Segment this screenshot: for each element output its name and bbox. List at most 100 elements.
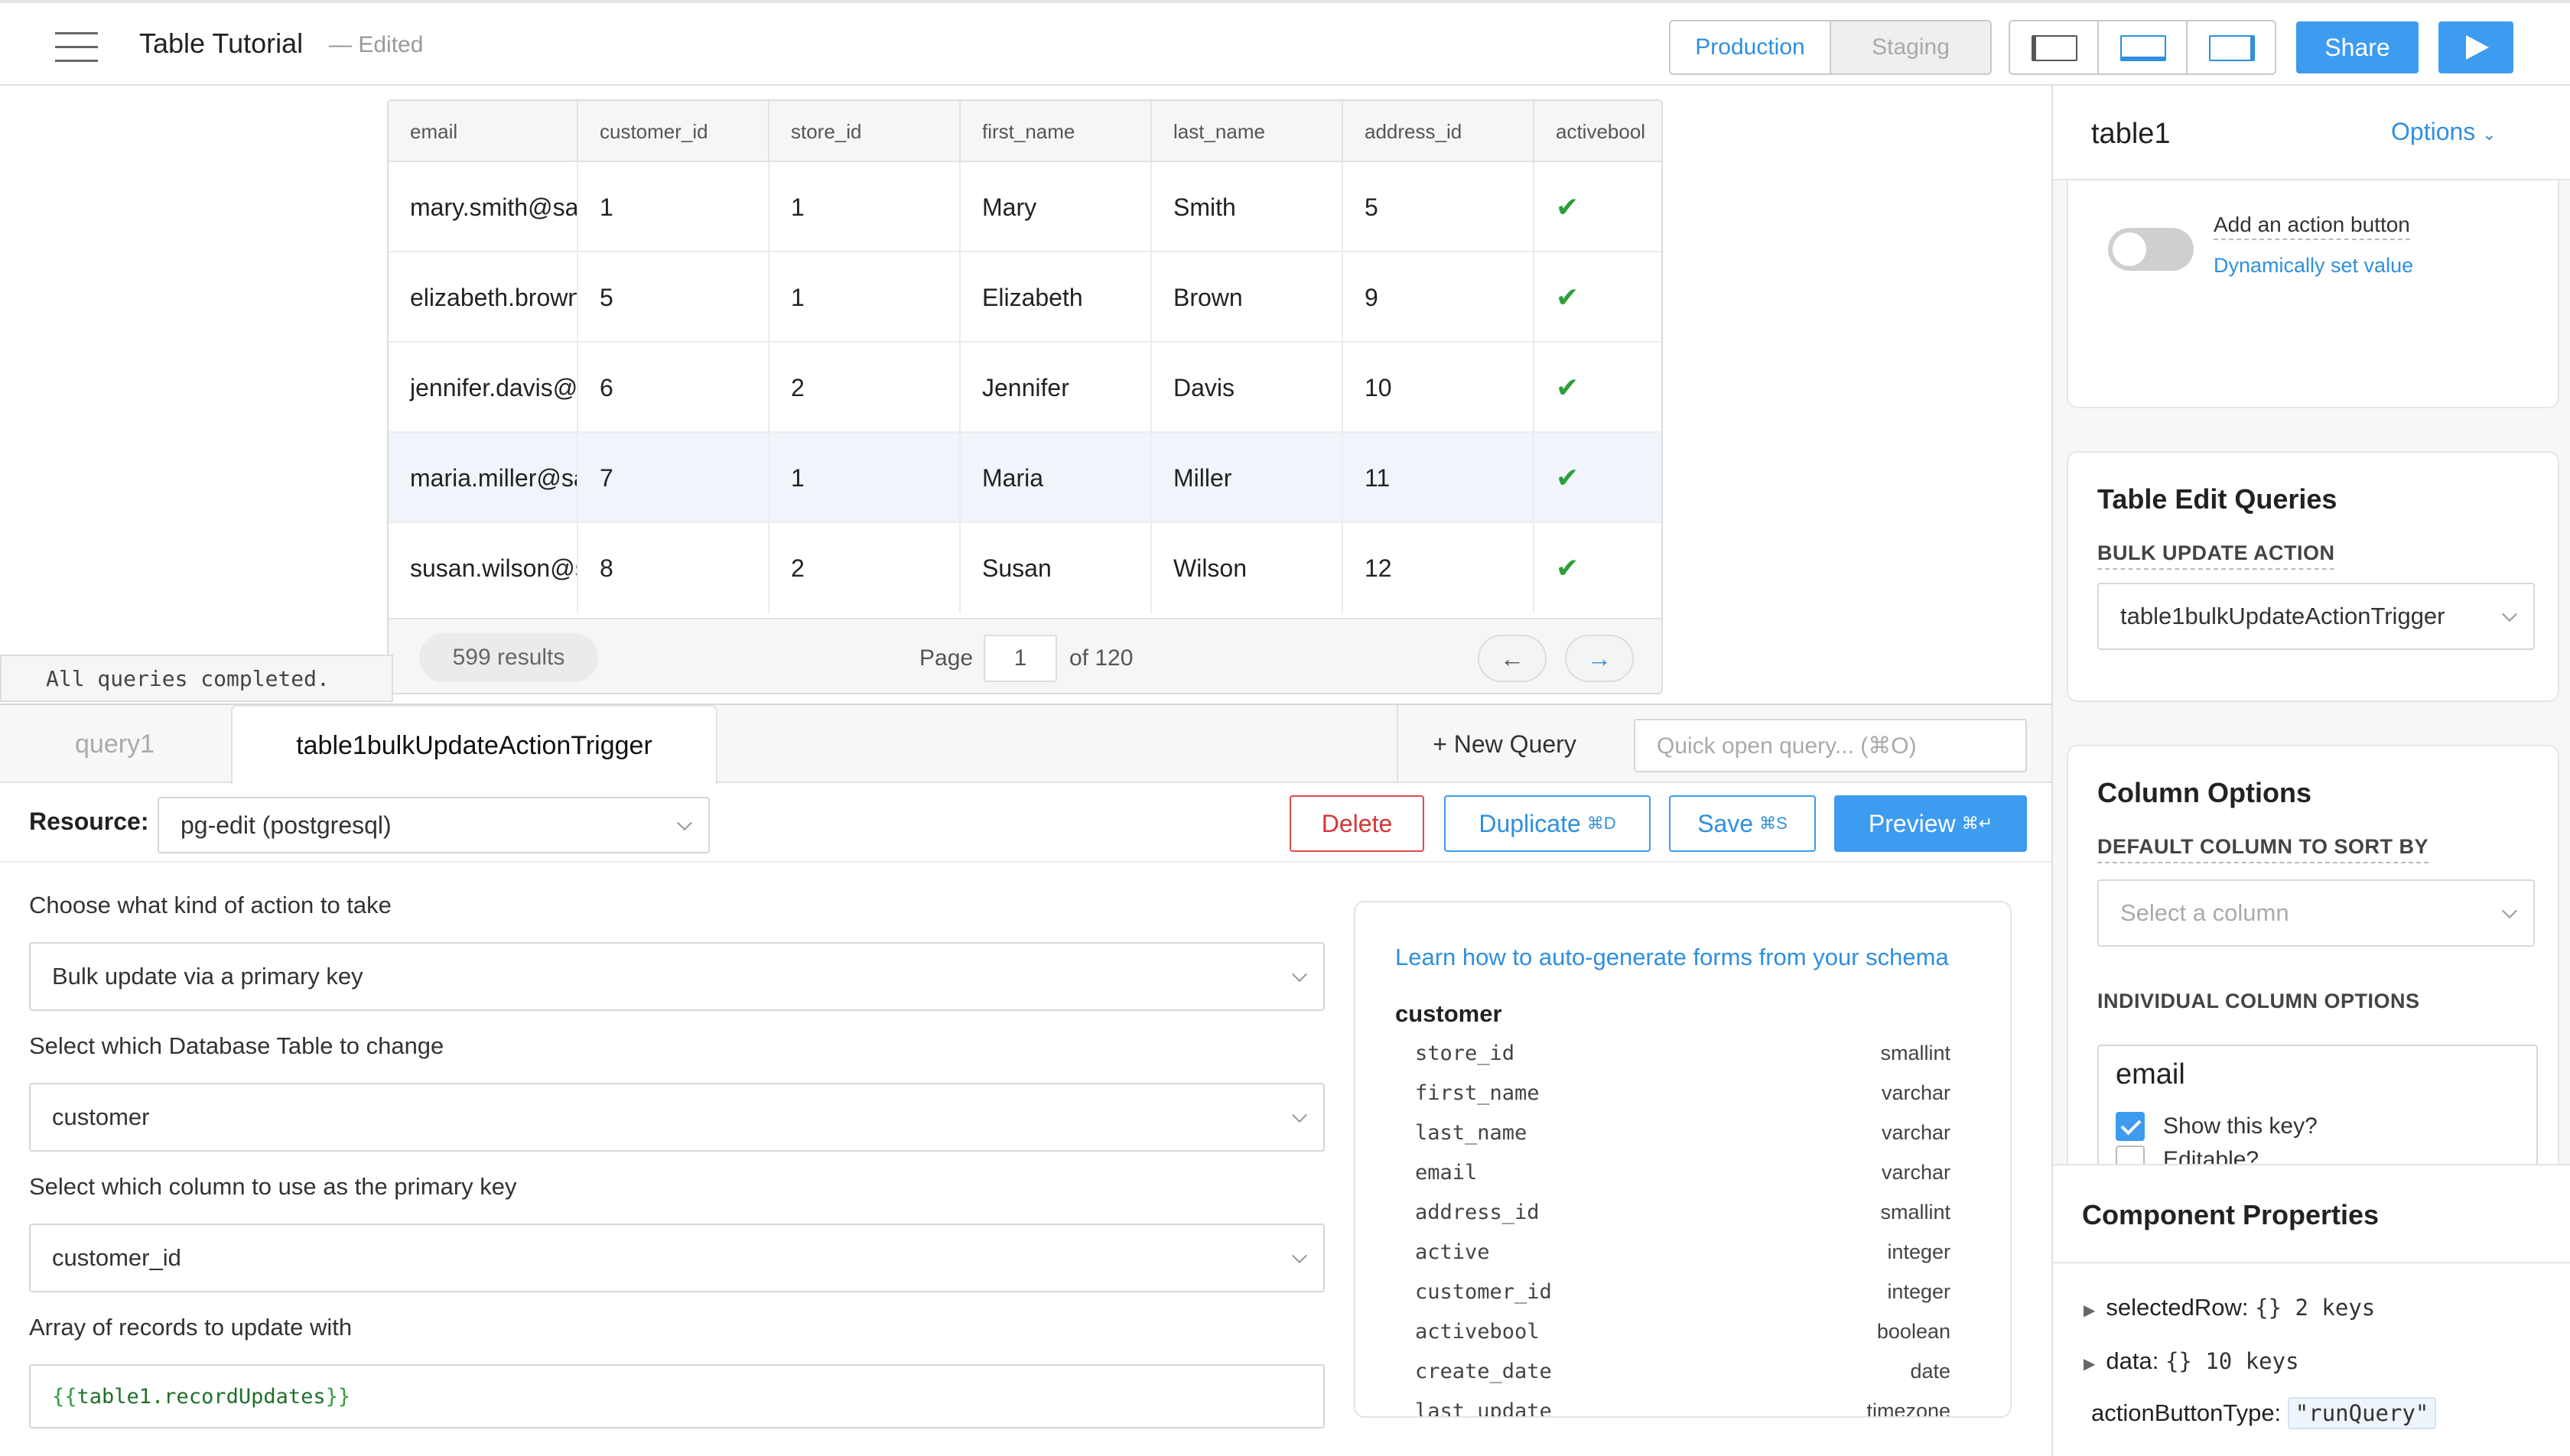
triangle-right-icon: ▶: [2084, 1356, 2096, 1373]
schema-column-type: varchar: [1881, 1081, 1950, 1104]
arrow-right-icon: →: [1587, 644, 1612, 672]
env-staging-button[interactable]: Staging: [1830, 21, 1990, 73]
table-cell: 10: [1343, 343, 1534, 433]
table-row[interactable]: susan.wilson@s 8 2 Susan Wilson 12 ✔: [389, 523, 1661, 613]
code-open-brace: {{: [52, 1384, 77, 1409]
table-row[interactable]: elizabeth.brown 5 1 Elizabeth Brown 9 ✔: [389, 252, 1661, 343]
layout-bottom-panel-button[interactable]: [2097, 21, 2186, 73]
checkmark-icon: ✔: [1556, 462, 1579, 493]
table-header: email customer_id store_id first_name la…: [389, 101, 1661, 162]
table-cell: 1: [769, 252, 961, 343]
column-header-store-id[interactable]: store_id: [769, 101, 961, 162]
schema-column-row: email varchar: [1415, 1155, 1950, 1194]
column-header-last-name[interactable]: last_name: [1152, 101, 1343, 162]
table-cell: 1: [769, 433, 961, 523]
table-component[interactable]: email customer_id store_id first_name la…: [387, 99, 1663, 694]
table-cell: Mary: [961, 162, 1152, 252]
tab-table1bulkupdateactiontrigger[interactable]: table1bulkUpdateActionTrigger: [231, 705, 717, 785]
tab-query1[interactable]: query1: [0, 705, 229, 783]
app-title[interactable]: Table Tutorial: [139, 28, 303, 60]
primary-key-select[interactable]: customer_id: [29, 1224, 1325, 1292]
schema-table-name: customer: [1395, 1000, 1502, 1027]
top-bar: Table Tutorial — Edited Production Stagi…: [0, 0, 2570, 86]
table-footer: 599 results Page 1 of 120 ← →: [389, 618, 1661, 693]
column-header-email[interactable]: email: [389, 101, 578, 162]
schema-column-name: store_id: [1415, 1042, 1515, 1065]
options-dropdown[interactable]: Options ⌄: [2391, 118, 2497, 146]
column-header-activebool[interactable]: activebool: [1534, 101, 1661, 162]
new-query-button[interactable]: + New Query: [1397, 705, 1611, 783]
code-close-brace: }}: [325, 1384, 351, 1409]
table-cell: 8: [578, 523, 769, 613]
database-table-label: Select which Database Table to change: [29, 1032, 444, 1059]
table-cell: 1: [578, 162, 769, 252]
schema-help-link[interactable]: Learn how to auto-generate forms from yo…: [1395, 944, 1949, 971]
action-type-value: Bulk update via a primary key: [52, 963, 363, 990]
table-cell: elizabeth.brown: [389, 252, 578, 343]
show-key-checkbox[interactable]: [2116, 1112, 2145, 1141]
schema-column-type: smallint: [1880, 1201, 1950, 1224]
table-cell: Smith: [1152, 162, 1343, 252]
default-sort-caption: DEFAULT COLUMN TO SORT BY: [2097, 835, 2428, 863]
layout-right-panel-button[interactable]: [2186, 21, 2275, 73]
duplicate-button[interactable]: Duplicate ⌘D: [1444, 795, 1651, 852]
schema-column-name: create_date: [1415, 1360, 1552, 1383]
query-tab-bar: query1 table1bulkUpdateActionTrigger + N…: [0, 705, 2051, 785]
hamburger-menu-icon[interactable]: [55, 32, 98, 63]
table-cell: 2: [769, 523, 961, 613]
page-label: Page: [919, 645, 974, 671]
dynamically-set-value-link[interactable]: Dynamically set value: [2214, 254, 2413, 278]
prop-selected-row[interactable]: ▶ selectedRow: {} 2 keys: [2084, 1294, 2375, 1321]
schema-column-row: address_id smallint: [1415, 1194, 1950, 1234]
column-header-address-id[interactable]: address_id: [1343, 101, 1534, 162]
schema-column-name: activebool: [1415, 1320, 1540, 1344]
table-row-selected[interactable]: maria.miller@sa 7 1 Maria Miller 11 ✔: [389, 433, 1661, 523]
schema-column-type: date: [1910, 1360, 1950, 1383]
chevron-down-icon: [1292, 1248, 1307, 1264]
database-table-select[interactable]: customer: [29, 1083, 1325, 1152]
schema-column-type: boolean: [1876, 1320, 1950, 1343]
individual-column-caption: INDIVIDUAL COLUMN OPTIONS: [2097, 990, 2420, 1012]
bottom-panel-icon: [2120, 35, 2166, 61]
share-button[interactable]: Share: [2296, 21, 2419, 73]
action-button-toggle[interactable]: [2108, 228, 2194, 271]
table-row[interactable]: jennifer.davis@ 6 2 Jennifer Davis 10 ✔: [389, 343, 1661, 433]
table-cell: maria.miller@sa: [389, 433, 578, 523]
schema-column-name: address_id: [1415, 1201, 1540, 1224]
layout-left-panel-button[interactable]: [2010, 21, 2097, 73]
schema-column-row: customer_id integer: [1415, 1274, 1950, 1314]
table-cell: 6: [578, 343, 769, 433]
column-header-first-name[interactable]: first_name: [961, 101, 1152, 162]
environment-switch: Production Staging: [1669, 20, 1992, 75]
table-cell: Brown: [1152, 252, 1343, 343]
component-properties-title: Component Properties: [2082, 1199, 2380, 1230]
quick-open-input[interactable]: Quick open query... (⌘O): [1634, 719, 2027, 772]
component-name[interactable]: table1: [2091, 118, 2171, 151]
preview-button[interactable]: Preview ⌘↵: [1834, 795, 2027, 852]
action-type-select[interactable]: Bulk update via a primary key: [29, 942, 1325, 1011]
resource-select[interactable]: pg-edit (postgresql): [158, 797, 710, 853]
action-type-label: Choose what kind of action to take: [29, 892, 392, 918]
database-table-value: customer: [52, 1103, 150, 1130]
preview-label: Preview: [1868, 809, 1956, 837]
prop-value: {} 2 keys: [2255, 1295, 2376, 1321]
save-button[interactable]: Save ⌘S: [1669, 795, 1816, 852]
bulk-update-caption: BULK UPDATE ACTION: [2097, 541, 2335, 570]
table-row[interactable]: mary.smith@sa 1 1 Mary Smith 5 ✔: [389, 162, 1661, 252]
column-header-customer-id[interactable]: customer_id: [578, 101, 769, 162]
delete-button[interactable]: Delete: [1290, 795, 1424, 852]
prop-data[interactable]: ▶ data: {} 10 keys: [2084, 1347, 2299, 1375]
table-edit-queries-title: Table Edit Queries: [2097, 483, 2337, 515]
play-icon[interactable]: [2438, 21, 2513, 73]
edited-status: — Edited: [329, 32, 424, 57]
right-panel-icon: [2209, 35, 2255, 61]
records-code-input[interactable]: {{ table1.recordUpdates }}: [29, 1364, 1325, 1428]
schema-column-type: varchar: [1881, 1121, 1950, 1144]
component-properties: Component Properties ▶ selectedRow: {} 2 …: [2053, 1164, 2570, 1456]
env-production-button[interactable]: Production: [1670, 21, 1830, 73]
page-number-input[interactable]: 1: [984, 635, 1057, 682]
bulk-update-select[interactable]: table1bulkUpdateActionTrigger: [2097, 583, 2535, 650]
default-sort-select[interactable]: Select a column: [2097, 879, 2535, 947]
prev-page-button[interactable]: ←: [1478, 635, 1547, 682]
next-page-button[interactable]: →: [1565, 635, 1634, 682]
